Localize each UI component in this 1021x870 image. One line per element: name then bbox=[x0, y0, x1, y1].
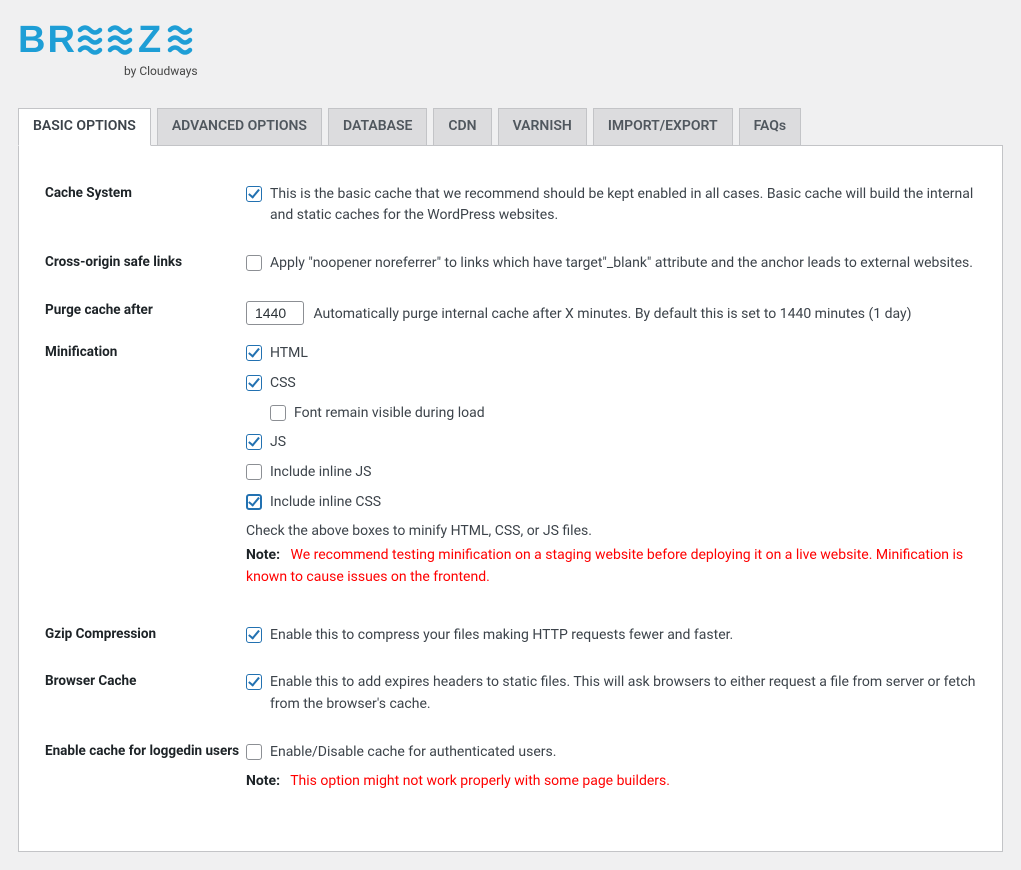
checkbox-font-visible[interactable] bbox=[270, 405, 286, 421]
desc-cache-system: This is the basic cache that we recommen… bbox=[270, 184, 976, 227]
label-minification: Minification bbox=[45, 343, 240, 360]
label-inline-js: Include inline JS bbox=[270, 462, 371, 484]
label-font-visible: Font remain visible during load bbox=[294, 403, 485, 425]
label-inline-css: Include inline CSS bbox=[270, 492, 381, 514]
label-loggedin-cache: Enable cache for loggedin users bbox=[45, 742, 240, 759]
checkbox-browser-cache[interactable] bbox=[246, 674, 262, 690]
checkbox-inline-css[interactable] bbox=[246, 494, 262, 510]
checkbox-minify-html[interactable] bbox=[246, 345, 262, 361]
desc-loggedin-cache: Enable/Disable cache for authenticated u… bbox=[270, 742, 556, 764]
loggedin-note: This option might not work properly with… bbox=[290, 773, 670, 789]
tab-faqs[interactable]: FAQs bbox=[739, 108, 802, 145]
label-minify-html: HTML bbox=[270, 343, 308, 365]
checkbox-cross-origin[interactable] bbox=[246, 255, 262, 271]
checkbox-cache-system[interactable] bbox=[246, 186, 262, 202]
logo: BR Z by Cloudways bbox=[18, 18, 1003, 78]
label-cache-system: Cache System bbox=[45, 184, 240, 201]
minification-note-label: Note: bbox=[246, 547, 280, 563]
minification-note: We recommend testing minification on a s… bbox=[246, 547, 963, 585]
checkbox-minify-css[interactable] bbox=[246, 375, 262, 391]
label-purge-after: Purge cache after bbox=[45, 301, 240, 318]
breeze-logo-icon: BR Z bbox=[18, 18, 218, 62]
tab-varnish[interactable]: VARNISH bbox=[498, 108, 587, 145]
tab-database[interactable]: DATABASE bbox=[328, 108, 427, 145]
settings-panel: Cache System This is the basic cache tha… bbox=[18, 145, 1003, 852]
desc-gzip: Enable this to compress your files makin… bbox=[270, 625, 733, 647]
tabs: BASIC OPTIONS ADVANCED OPTIONS DATABASE … bbox=[18, 108, 1003, 145]
label-browser-cache: Browser Cache bbox=[45, 672, 240, 689]
desc-browser-cache: Enable this to add expires headers to st… bbox=[270, 672, 976, 715]
checkbox-inline-js[interactable] bbox=[246, 464, 262, 480]
label-minify-css: CSS bbox=[270, 373, 296, 395]
label-minify-js: JS bbox=[270, 432, 286, 454]
checkbox-minify-js[interactable] bbox=[246, 434, 262, 450]
tab-cdn[interactable]: CDN bbox=[433, 108, 491, 145]
svg-text:BR: BR bbox=[18, 19, 77, 61]
label-gzip: Gzip Compression bbox=[45, 625, 240, 642]
tab-import-export[interactable]: IMPORT/EXPORT bbox=[593, 108, 733, 145]
desc-purge-after: Automatically purge internal cache after… bbox=[313, 306, 911, 322]
label-cross-origin: Cross-origin safe links bbox=[45, 253, 240, 270]
tab-advanced-options[interactable]: ADVANCED OPTIONS bbox=[157, 108, 322, 145]
minification-help: Check the above boxes to minify HTML, CS… bbox=[246, 521, 976, 543]
checkbox-gzip[interactable] bbox=[246, 627, 262, 643]
logo-byline: by Cloudways bbox=[124, 64, 1003, 78]
input-purge-minutes[interactable] bbox=[246, 301, 304, 325]
loggedin-note-label: Note: bbox=[246, 773, 280, 789]
desc-cross-origin: Apply "noopener noreferrer" to links whi… bbox=[270, 253, 973, 275]
svg-text:Z: Z bbox=[138, 19, 163, 61]
tab-basic-options[interactable]: BASIC OPTIONS bbox=[18, 108, 151, 146]
